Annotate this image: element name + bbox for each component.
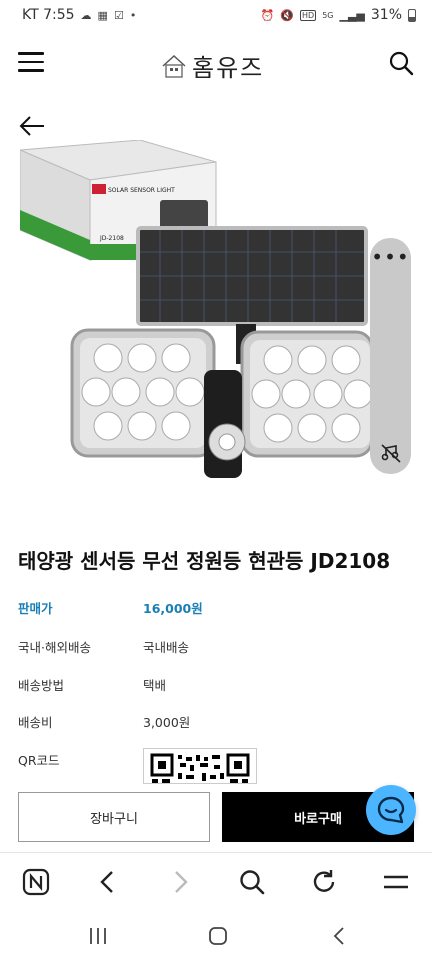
dot-icon: • (129, 8, 137, 22)
chat-button[interactable] (366, 785, 416, 835)
add-to-cart-button[interactable]: 장바구니 (18, 792, 210, 842)
naver-home-icon[interactable] (22, 868, 50, 896)
price-value: 16,000원 (143, 601, 203, 616)
browser-toolbar (0, 852, 432, 910)
site-header: 홈유즈 (0, 40, 432, 86)
shipping-fee-label: 배송비 (18, 715, 53, 730)
menu-icon[interactable] (18, 52, 44, 72)
right-lamp (240, 330, 374, 458)
more-options-icon[interactable]: ••• (370, 247, 411, 267)
search-icon[interactable] (388, 50, 414, 76)
check-icon: ☑ (113, 8, 124, 22)
logo-text: 홈유즈 (192, 54, 265, 82)
home-icon[interactable] (206, 924, 230, 948)
site-logo[interactable]: 홈유즈 (160, 48, 264, 83)
shipping-region-value: 국내배송 (143, 640, 190, 655)
battery-icon (408, 8, 416, 22)
qr-code-image (150, 753, 250, 783)
carrier-time: KT 7:55 (22, 7, 75, 23)
qr-label: QR코드 (18, 753, 60, 768)
status-left: KT 7:55 ☁ ▦ ☑ • (22, 7, 136, 23)
product-title: 태양광 센서등 무선 정원등 현관등 JD2108 (18, 549, 391, 573)
shipping-method-value: 택배 (143, 678, 167, 693)
system-back-icon[interactable] (328, 924, 352, 948)
signal-icon: ▁▃▅ (339, 8, 365, 22)
back-arrow-icon[interactable] (18, 114, 46, 138)
mute-audio-icon[interactable] (380, 442, 402, 464)
browser-menu-icon[interactable] (382, 868, 410, 896)
box-model: JD-2108 (99, 235, 124, 242)
shipping-method-label: 배송방법 (18, 678, 65, 693)
price-label: 판매가 (18, 601, 53, 616)
house-logo-icon (162, 54, 186, 78)
left-lamp (70, 328, 216, 458)
shipping-region-label: 국내·해외배송 (18, 640, 91, 655)
motion-sensor (204, 370, 246, 478)
product-image: SOLAR SENSOR LIGHT JD-2108 (20, 140, 374, 478)
refresh-icon[interactable] (310, 868, 338, 896)
calendar-icon: ▦ (97, 8, 108, 22)
chat-icon (377, 796, 405, 824)
box-label: SOLAR SENSOR LIGHT (108, 187, 175, 194)
hd-icon: HD (300, 9, 317, 21)
recent-apps-icon[interactable] (86, 924, 110, 948)
browser-back-icon[interactable] (94, 868, 122, 896)
cloud-icon: ☁ (80, 8, 92, 22)
media-control-pill: ••• (370, 238, 411, 474)
5g-icon: 5G (322, 10, 334, 20)
browser-forward-icon[interactable] (166, 868, 194, 896)
status-bar: KT 7:55 ☁ ▦ ☑ • ⏰ 🔇 HD 5G ▁▃▅ 31% (0, 0, 432, 30)
battery-percent: 31% (370, 7, 402, 23)
browser-search-icon[interactable] (238, 868, 266, 896)
system-navigation (0, 912, 432, 963)
shipping-fee-value: 3,000원 (143, 715, 191, 730)
qr-code (143, 748, 257, 784)
mute-icon: 🔇 (280, 8, 294, 22)
status-right: ⏰ 🔇 HD 5G ▁▃▅ 31% (261, 7, 416, 23)
alarm-icon: ⏰ (260, 8, 275, 22)
